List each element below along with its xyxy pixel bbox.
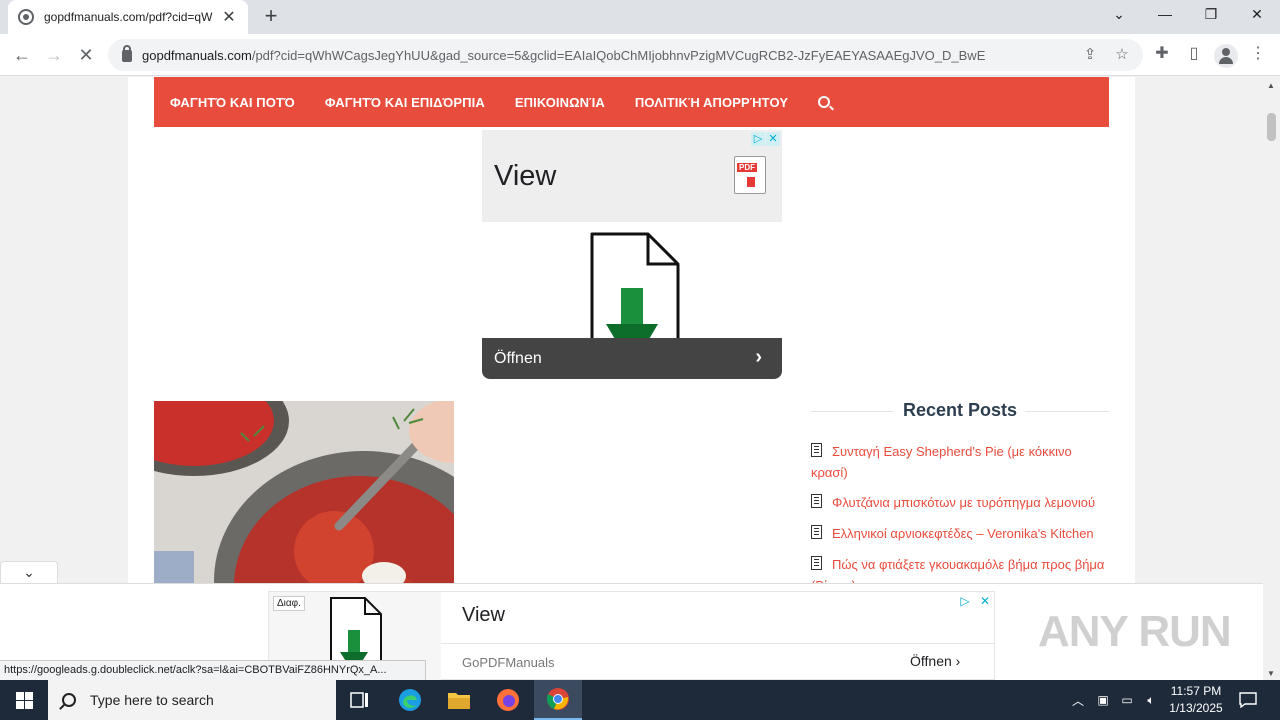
new-tab-button[interactable]: + [258, 4, 284, 30]
browser-tab[interactable]: gopdfmanuals.com/pdf?cid=qW ✕ [8, 0, 248, 34]
pdf-icon: PDF [734, 156, 766, 194]
ad-cta[interactable]: Öffnen › [910, 653, 960, 669]
clock-date: 1/13/2025 [1169, 701, 1223, 715]
loading-icon [18, 9, 34, 25]
close-window-button[interactable]: ✕ [1234, 0, 1280, 30]
ad-header: View PDF ▷ ✕ [482, 130, 782, 222]
tab-close-icon[interactable]: ✕ [220, 7, 238, 27]
stop-loading-button[interactable]: ✕ [71, 40, 101, 70]
download-document-icon [590, 232, 680, 352]
ad-close-icon[interactable]: ✕ [978, 594, 992, 608]
back-button[interactable]: ← [7, 40, 37, 70]
firefox-icon[interactable] [484, 680, 532, 720]
ad-close-icon[interactable]: ✕ [766, 132, 780, 146]
watermark: ANY RUN [1038, 607, 1232, 656]
lock-icon [122, 45, 132, 62]
recent-post-link[interactable]: Φλυτζάνια μπισκότων με τυρόπηγμα λεμονιο… [832, 495, 1095, 510]
nav-item-food-dessert[interactable]: ΦΑΓΗΤΌ ΚΑΙ ΕΠΙΔΌΡΠΙΑ [325, 95, 485, 110]
tab-title: gopdfmanuals.com/pdf?cid=qW [44, 10, 213, 24]
tab-strip: gopdfmanuals.com/pdf?cid=qW ✕ + ⌄ — ❐ ✕ [0, 0, 1280, 34]
nav-item-contact[interactable]: ΕΠΙΚΟΙΝΩΝΊΑ [515, 95, 605, 110]
adchoices-icon[interactable]: ▷ [751, 132, 765, 146]
search-icon [62, 693, 76, 707]
pdf-arrow [747, 177, 755, 187]
url-path: /pdf?cid=qWhWCagsJegYhUU&gad_source=5&gc… [251, 47, 986, 63]
tray-chevron-icon[interactable]: ︿ [1068, 680, 1088, 720]
edge-icon[interactable] [386, 680, 434, 720]
adchoices-icon[interactable]: ▷ [958, 594, 972, 608]
share-icon[interactable]: ⇪ [1080, 45, 1100, 65]
nav-item-privacy[interactable]: ΠΟΛΙΤΙΚΉ ΑΠΟΡΡΉΤΟΥ [635, 95, 788, 110]
file-explorer-icon[interactable] [435, 680, 483, 720]
url-text[interactable]: gopdfmanuals.com/pdf?cid=qWhWCagsJegYhUU… [142, 48, 1022, 63]
url-host: gopdfmanuals.com [142, 47, 252, 63]
ad-badges: ▷ ✕ [750, 132, 780, 146]
link-status-bar: https://googleads.g.doubleclick.net/aclk… [0, 660, 426, 680]
taskbar-search[interactable]: Type here to search [48, 680, 336, 720]
tab-search-icon[interactable]: ⌄ [1096, 0, 1142, 30]
collapse-ad-button[interactable]: ⌄ [0, 561, 58, 583]
recent-post-link[interactable]: Ελληνικοί αρνιοκεφτέδες – Veronika's Kit… [832, 526, 1094, 541]
scroll-up-icon[interactable]: ▲ [1267, 81, 1275, 90]
divider-right [1025, 411, 1109, 412]
nav-item-food-drink[interactable]: ΦΑΓΗΤΌ ΚΑΙ ΠΟΤΌ [170, 95, 295, 110]
page-viewport: ΦΑΓΗΤΌ ΚΑΙ ΠΟΤΌ ΦΑΓΗΤΌ ΚΑΙ ΕΠΙΔΌΡΠΙΑ ΕΠΙ… [0, 77, 1280, 680]
forward-button[interactable]: → [39, 40, 69, 70]
recent-post-item[interactable]: Συνταγή Easy Shepherd's Pie (με κόκκινο … [811, 441, 1109, 483]
ad-cta-bar[interactable]: Öffnen › [482, 338, 782, 379]
pdf-label: PDF [737, 163, 757, 172]
document-icon [811, 525, 822, 539]
windows-taskbar: Type here to search ︿ ▣ ▭ 🔈︎ 11:57 PM 1/… [0, 680, 1280, 720]
chevron-right-icon: › [755, 346, 762, 368]
volume-icon[interactable]: 🔈︎ [1140, 680, 1162, 720]
start-button[interactable] [0, 680, 48, 720]
restore-button[interactable]: ❐ [1188, 0, 1234, 30]
scroll-down-icon[interactable]: ▼ [1267, 669, 1275, 678]
ad-divider [441, 643, 994, 644]
ad-headline[interactable]: View [494, 160, 556, 193]
search-icon[interactable] [818, 96, 831, 108]
bookmark-star-icon[interactable]: ☆ [1112, 45, 1132, 65]
scroll-thumb[interactable] [1267, 113, 1276, 141]
address-bar[interactable]: gopdfmanuals.com/pdf?cid=qWhWCagsJegYhUU… [108, 39, 1143, 71]
recent-post-item[interactable]: Ελληνικοί αρνιοκεφτέδες – Veronika's Kit… [811, 523, 1109, 544]
document-icon [811, 494, 822, 508]
recent-post-item[interactable]: Φλυτζάνια μπισκότων με τυρόπηγμα λεμονιο… [811, 492, 1109, 513]
recent-post-link[interactable]: Συνταγή Easy Shepherd's Pie (με κόκκινο … [811, 444, 1072, 480]
taskbar-search-placeholder: Type here to search [90, 692, 214, 708]
network-icon[interactable]: ▭ [1116, 680, 1138, 720]
ad-headline[interactable]: View [462, 604, 505, 627]
profile-avatar[interactable] [1214, 44, 1238, 68]
document-icon [811, 443, 822, 457]
site-navbar: ΦΑΓΗΤΌ ΚΑΙ ΠΟΤΌ ΦΑΓΗΤΌ ΚΑΙ ΕΠΙΔΌΡΠΙΑ ΕΠΙ… [154, 77, 1109, 127]
ad-top[interactable]: View PDF ▷ ✕ Öffnen › [482, 130, 782, 380]
side-panel-icon[interactable]: ▯ [1183, 43, 1205, 65]
extensions-icon[interactable]: ✚ [1151, 43, 1173, 65]
device-icon[interactable]: ▣ [1092, 680, 1114, 720]
ad-cta-label: Öffnen [910, 653, 952, 669]
page-scrollbar[interactable]: ▲ ▼ [1263, 77, 1280, 680]
ad-badge: Διαφ. [273, 596, 305, 611]
ad-advertiser: GoPDFManuals [462, 655, 555, 670]
chrome-icon[interactable] [534, 680, 582, 720]
document-icon [811, 556, 822, 570]
notification-icon[interactable] [1234, 680, 1262, 720]
menu-icon[interactable]: ⋮ [1247, 43, 1269, 65]
minimize-button[interactable]: — [1142, 0, 1188, 30]
download-document-icon [330, 597, 382, 666]
ad-badges: ▷ ✕ [952, 594, 992, 608]
ad-cta[interactable]: Öffnen [494, 350, 542, 368]
taskbar-clock[interactable]: 11:57 PM 1/13/2025 [1164, 683, 1228, 717]
browser-toolbar: ← → ✕ gopdfmanuals.com/pdf?cid=qWhWCagsJ… [0, 34, 1280, 76]
task-view-icon[interactable] [336, 680, 384, 720]
clock-time: 11:57 PM [1170, 684, 1222, 698]
